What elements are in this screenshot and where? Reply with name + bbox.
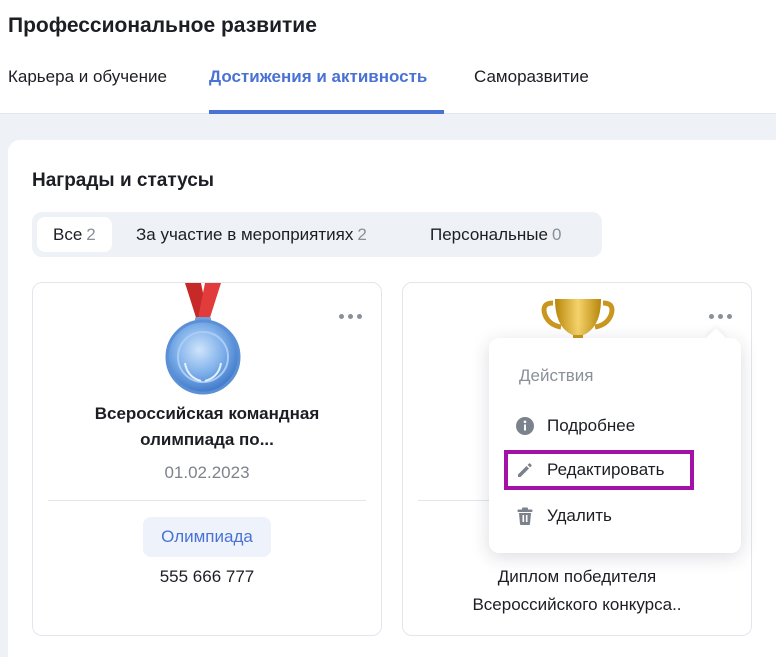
menu-item-label: Удалить (547, 506, 612, 525)
menu-item-delete[interactable]: Удалить (515, 503, 612, 529)
filter-label: За участие в мероприятиях (136, 225, 354, 244)
card-divider (48, 500, 366, 501)
dot-icon (347, 313, 353, 319)
info-icon (516, 417, 534, 435)
dot-icon (338, 313, 344, 319)
filter-count: 2 (86, 225, 96, 244)
award-number: 555 666 777 (159, 567, 255, 586)
tab-achievements[interactable]: Достижения и активность (209, 64, 444, 114)
dot-icon (708, 313, 714, 319)
award-title-line: олимпиада по... (140, 430, 274, 449)
filter-count: 2 (357, 225, 367, 244)
menu-item-label: Подробнее (547, 416, 636, 435)
menu-item-edit[interactable]: Редактировать (515, 457, 664, 483)
filter-count: 0 (551, 225, 562, 244)
dot-icon (726, 313, 732, 319)
award-description-line: Диплом победителя (497, 567, 657, 586)
pencil-icon (518, 463, 532, 477)
card-menu-button[interactable] (705, 307, 735, 325)
award-title-line: Всероссийская командная (94, 404, 320, 423)
award-tag: Олимпиада (143, 517, 271, 557)
filter-all[interactable]: Все 2 (37, 217, 112, 252)
filter-bar: Все 2 За участие в мероприятиях 2 Персонал… (32, 212, 602, 257)
medal-icon (165, 283, 241, 395)
filter-label: Персональные (430, 225, 548, 244)
award-date: 01.02.2023 (164, 463, 250, 482)
page-header: Профессиональное развитие Карьера и обуч… (0, 0, 776, 114)
menu-item-label: Редактировать (547, 460, 665, 479)
menu-item-details[interactable]: Подробнее (515, 413, 635, 439)
dot-icon (717, 313, 723, 319)
dot-icon (356, 313, 362, 319)
filter-personal[interactable]: Персональные 0 (430, 217, 561, 252)
award-card[interactable]: Всероссийская командная олимпиада по... … (32, 282, 382, 636)
menu-heading: Действия (519, 366, 594, 385)
tab-self-development[interactable]: Саморазвитие (474, 64, 589, 114)
tab-career[interactable]: Карьера и обучение (8, 64, 167, 114)
actions-menu: Действия Подробнее Редактировать Удалить (489, 338, 741, 553)
award-title: Всероссийская командная олимпиада по... (33, 401, 381, 453)
award-description: Диплом победителя Всероссийского конкурс… (403, 563, 751, 619)
trash-icon (517, 507, 533, 525)
filter-label: Все (53, 225, 83, 244)
page-title: Профессиональное развитие (8, 14, 317, 37)
filter-events[interactable]: За участие в мероприятиях 2 (136, 217, 367, 252)
card-menu-button[interactable] (335, 307, 365, 325)
award-description-line: Всероссийского конкурса.. (472, 595, 682, 614)
section-title: Награды и статусы (32, 170, 215, 191)
